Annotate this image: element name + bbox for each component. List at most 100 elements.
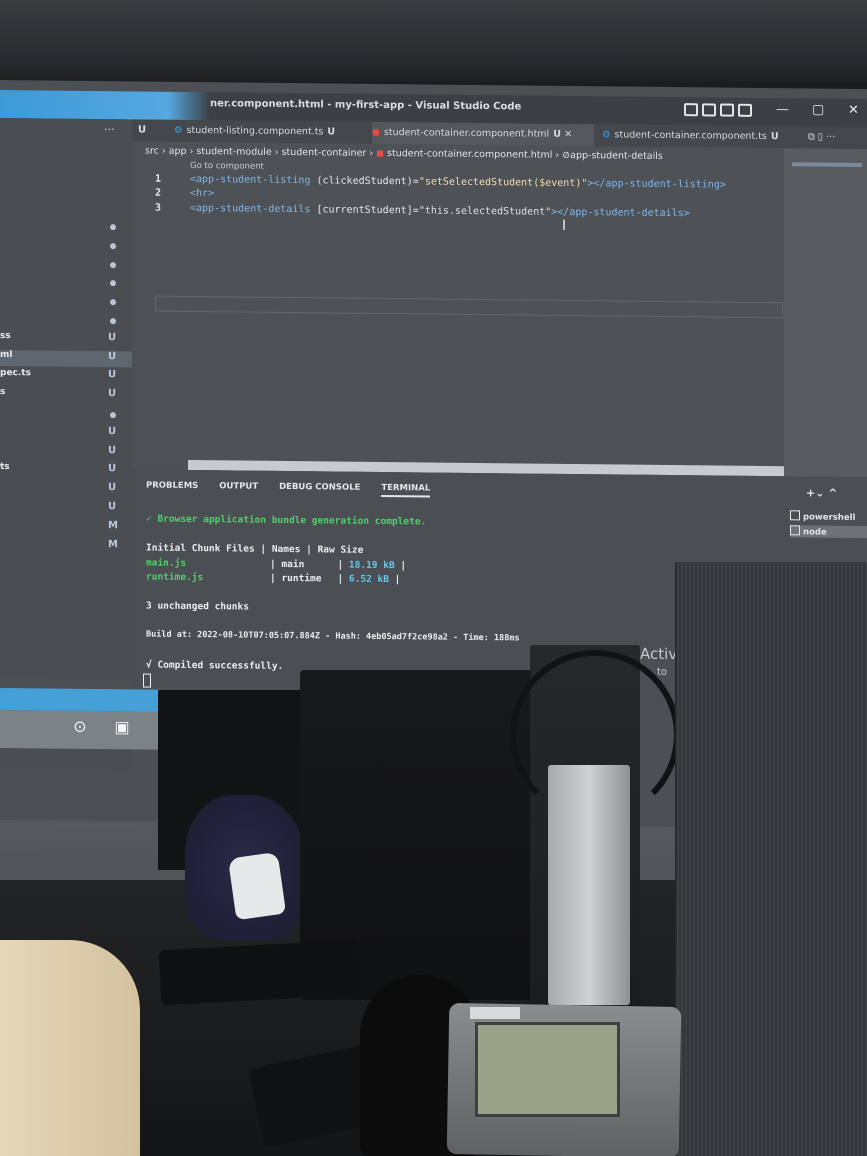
minimap-viewport: [792, 162, 862, 168]
toggle-secondary-sidebar-icon[interactable]: [720, 103, 734, 117]
explorer-row[interactable]: sU: [0, 387, 132, 404]
tab-student-listing-ts[interactable]: ⚙ student-listing.component.ts U: [174, 120, 364, 144]
git-status-letter: U: [108, 331, 117, 344]
explorer-row[interactable]: [0, 406, 132, 423]
record-icon[interactable]: ⊙: [68, 717, 92, 741]
git-status-letter: U: [108, 501, 117, 513]
tab-mark: U: [770, 131, 779, 143]
tab-terminal[interactable]: TERMINAL: [381, 482, 431, 498]
more-actions-icon[interactable]: ···: [104, 123, 115, 136]
new-terminal-button[interactable]: +⌄ ^: [806, 486, 837, 499]
explorer-row[interactable]: U: [0, 425, 132, 442]
terminal-item-node[interactable]: node: [790, 525, 867, 539]
modified-dot-icon: [110, 318, 116, 325]
tab-label: student-listing.component.ts: [186, 124, 324, 138]
git-status-letter: U: [108, 482, 117, 494]
backpack-logo: [227, 851, 287, 921]
explorer-row[interactable]: [0, 293, 132, 310]
activate-windows-watermark: Activ: [640, 644, 678, 664]
terminal-icon: [790, 525, 800, 536]
customize-layout-icon[interactable]: [738, 103, 752, 117]
codelens-go-to-component[interactable]: Go to component: [190, 161, 264, 172]
activate-windows-subtext: to: [657, 666, 668, 678]
tab-mark: U ✕: [553, 128, 573, 140]
code-line-2[interactable]: 2 <hr>: [155, 188, 214, 203]
line-number: 2: [155, 187, 162, 199]
modified-dot-icon: [110, 224, 116, 231]
explorer-row[interactable]: U: [0, 481, 132, 498]
maximize-button[interactable]: ▢: [812, 103, 824, 118]
window-title: ner.component.html - my-first-app - Visu…: [210, 98, 522, 113]
tab-student-container-ts[interactable]: ⚙ student-container.component.ts U: [602, 124, 792, 148]
tab-problems[interactable]: PROBLEMS: [146, 481, 198, 492]
line-number: 3: [155, 202, 162, 214]
git-status-letter: M: [108, 519, 118, 532]
tab-student-container-html[interactable]: ◼ student-container.component.html U ✕: [372, 121, 594, 147]
explorer-row[interactable]: U: [0, 500, 132, 517]
modified-dot-icon: [110, 242, 116, 250]
room-ceiling: [0, 0, 867, 82]
breadcrumb-item[interactable]: student-module: [196, 146, 271, 158]
desk-phone-label: [470, 1007, 520, 1019]
terminal-item-powershell[interactable]: powershell: [790, 510, 855, 523]
keyboard: [158, 939, 362, 1006]
explorer-row-name: ss: [0, 330, 11, 341]
breadcrumb-item[interactable]: student-container.component.html: [387, 148, 552, 161]
explorer-row[interactable]: M: [0, 538, 132, 555]
explorer-row[interactable]: ss U: [0, 331, 132, 348]
explorer-row[interactable]: U: [0, 444, 132, 461]
angular-ts-icon: ⚙: [174, 124, 183, 136]
breadcrumb-item[interactable]: src: [145, 146, 159, 157]
store-icon[interactable]: ▣: [110, 717, 134, 741]
modified-dot-icon: [110, 299, 116, 306]
explorer-row[interactable]: [0, 256, 132, 273]
git-status-letter: U: [108, 350, 117, 362]
toggle-panel-icon[interactable]: [702, 103, 716, 117]
git-status-letter: U: [108, 444, 117, 456]
explorer-row[interactable]: ts U: [0, 462, 132, 479]
tab-label: student-container.component.html: [383, 127, 550, 140]
explorer-row-name: ts: [0, 462, 10, 473]
toggle-sidebar-icon[interactable]: [684, 103, 698, 117]
git-status-letter: M: [108, 538, 118, 550]
git-status-letter: U: [108, 388, 117, 400]
line-number: 1: [155, 173, 162, 185]
explorer-row[interactable]: M: [0, 519, 132, 536]
breadcrumb-item[interactable]: app-student-details: [570, 150, 663, 162]
minimize-button[interactable]: —: [776, 102, 789, 117]
git-status-letter: U: [108, 425, 117, 438]
explorer-row[interactable]: pec.ts U: [0, 368, 132, 385]
tab-debug-console[interactable]: DEBUG CONSOLE: [279, 482, 360, 493]
modified-dot-icon: [110, 261, 116, 268]
breadcrumb-item[interactable]: student-container: [282, 147, 367, 159]
html-file-icon: ◼: [372, 126, 380, 138]
explorer-row[interactable]: [0, 274, 132, 291]
split-editor-icon[interactable]: ⧉ ▯ ···: [808, 126, 835, 148]
headset: [510, 650, 680, 820]
explorer-row[interactable]: [0, 312, 132, 329]
ibeam-cursor-icon: I: [562, 217, 567, 234]
modified-dot-icon: [110, 280, 116, 287]
tab-mark: U: [327, 126, 336, 138]
taskbar-strip: [0, 688, 160, 712]
explorer-row[interactable]: [0, 218, 132, 235]
tab-output[interactable]: OUTPUT: [219, 481, 258, 491]
git-status-letter: U: [108, 369, 117, 381]
git-status-letter: U: [108, 463, 117, 475]
html-file-icon: ◼: [376, 147, 388, 160]
terminal-cursor[interactable]: [143, 673, 151, 688]
layout-controls[interactable]: [684, 103, 752, 117]
desk-phone-display: [475, 1022, 620, 1117]
person-shoulder: [0, 940, 140, 1156]
close-button[interactable]: ✕: [848, 103, 859, 118]
explorer-row[interactable]: ml U: [0, 349, 132, 367]
terminal-unchanged-chunks: 3 unchanged chunks: [146, 600, 249, 613]
tab-label: student-container.component.ts: [614, 129, 767, 143]
modified-dot-icon: [110, 412, 116, 419]
explorer-row[interactable]: [0, 237, 132, 254]
breadcrumb-item[interactable]: app: [169, 146, 187, 157]
terminal-table-header: Initial Chunk Files | Names | Raw Size: [146, 542, 364, 556]
explorer-row-name: ml: [0, 349, 13, 360]
foreground-monitor-right: [675, 562, 867, 1156]
title-bar-accent: [0, 90, 210, 121]
